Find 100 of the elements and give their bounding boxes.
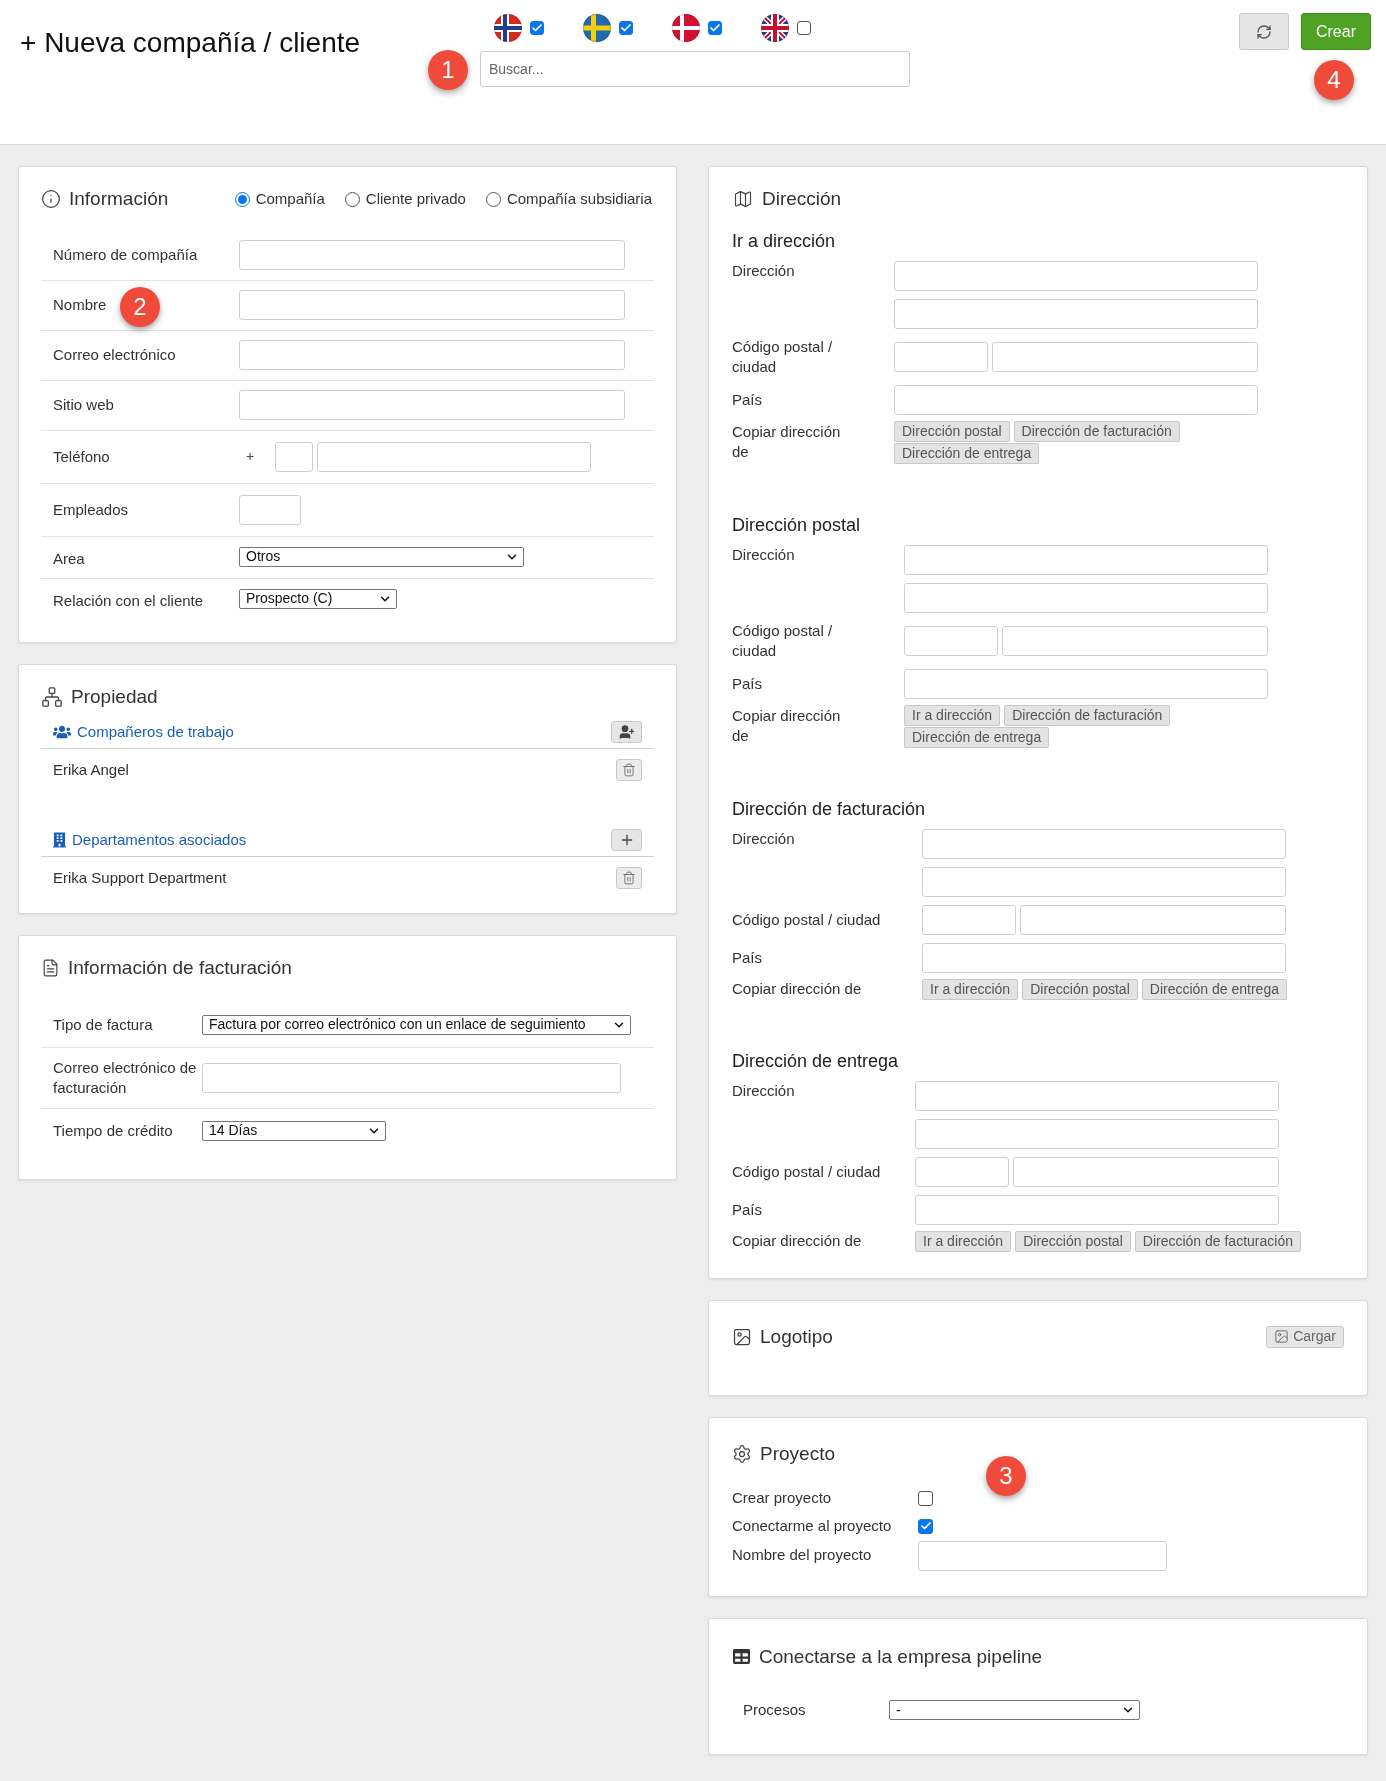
- postal-code-field[interactable]: [915, 1156, 1009, 1187]
- input-field[interactable]: [239, 390, 625, 420]
- field-label: Copiar dirección de: [732, 422, 842, 462]
- field-label: País: [732, 389, 763, 410]
- checkbox[interactable]: [918, 1518, 933, 1534]
- field-label: Código postal / ciudad: [732, 620, 834, 661]
- section-link[interactable]: Departamentos asociados: [72, 829, 247, 852]
- city-field[interactable]: [1002, 625, 1268, 656]
- image-icon: [732, 1326, 752, 1347]
- checkbox[interactable]: [530, 21, 544, 35]
- field-label: Sitio web: [53, 396, 114, 413]
- add-button[interactable]: [611, 721, 642, 744]
- refresh-icon: [1256, 23, 1272, 40]
- select-field[interactable]: Otros: [239, 546, 524, 567]
- input-field[interactable]: [239, 239, 625, 270]
- select-field[interactable]: 14 Días: [202, 1120, 386, 1141]
- input-field[interactable]: [904, 668, 1268, 699]
- flag-icon: [761, 14, 789, 42]
- panel-title: Propiedad: [71, 684, 158, 709]
- field-label: Dirección: [732, 260, 796, 281]
- search-field[interactable]: Buscar...: [480, 51, 910, 87]
- trash-icon: [622, 870, 636, 885]
- input-field[interactable]: [239, 494, 301, 525]
- country-code-field[interactable]: [275, 441, 313, 472]
- field-label: Dirección: [732, 828, 796, 849]
- input-field[interactable]: [894, 298, 1258, 329]
- checkbox[interactable]: [619, 21, 633, 35]
- page-title: + Nueva compañía / cliente: [19, 26, 362, 60]
- field-label: País: [732, 673, 763, 694]
- panel-title: Información de facturación: [68, 956, 292, 980]
- select-field[interactable]: Prospecto (C): [239, 588, 397, 609]
- flag-icon: [672, 14, 700, 42]
- input-field[interactable]: [239, 290, 625, 320]
- input-field[interactable]: [918, 1540, 1167, 1571]
- panel-title: Logotipo: [760, 1324, 833, 1349]
- field-label: Copiar dirección de: [732, 1231, 863, 1251]
- input-field[interactable]: [915, 1118, 1279, 1149]
- copy-address-button[interactable]: Dirección de entrega: [904, 726, 1050, 748]
- input-field[interactable]: [202, 1062, 621, 1093]
- postal-code-field[interactable]: [894, 341, 988, 372]
- field-label: Dirección: [732, 1080, 796, 1101]
- postal-code-field[interactable]: [922, 904, 1016, 935]
- city-field[interactable]: [992, 341, 1258, 372]
- copy-address-button[interactable]: Ir a dirección: [922, 978, 1019, 1000]
- field-label: País: [732, 947, 763, 968]
- postal-code-field[interactable]: [904, 625, 998, 656]
- section-title: Dirección de entrega: [732, 1049, 900, 1073]
- copy-address-button[interactable]: Dirección postal: [1015, 1230, 1131, 1252]
- copy-address-button[interactable]: Dirección postal: [1022, 978, 1138, 1000]
- panel-title: Conectarse a la empresa pipeline: [759, 1644, 1043, 1669]
- field-label: País: [732, 1199, 763, 1220]
- copy-address-button[interactable]: Dirección de facturación: [1004, 704, 1171, 726]
- input-field[interactable]: [904, 582, 1268, 613]
- field-label: Código postal / ciudad: [732, 909, 882, 930]
- field-label: Crear proyecto: [732, 1487, 833, 1508]
- add-button[interactable]: [611, 829, 642, 852]
- copy-address-button[interactable]: Dirección postal: [894, 420, 1010, 442]
- field-label: Area: [53, 549, 85, 567]
- settings-icon: [732, 1444, 752, 1465]
- input-field[interactable]: [915, 1080, 1279, 1111]
- copy-address-button[interactable]: Ir a dirección: [904, 704, 1001, 726]
- delete-button[interactable]: [616, 758, 642, 781]
- copy-address-button[interactable]: Dirección de facturación: [1013, 420, 1180, 442]
- checkbox[interactable]: [797, 21, 811, 35]
- input-field[interactable]: [904, 544, 1268, 575]
- select-field[interactable]: Factura por correo electrónico con un enlace de seguimiento: [202, 1014, 631, 1035]
- refresh-button[interactable]: [1239, 13, 1289, 50]
- table-icon: [732, 1648, 751, 1666]
- city-field[interactable]: [1020, 904, 1286, 935]
- add-user-icon: [618, 724, 635, 741]
- phone-field[interactable]: [317, 441, 591, 472]
- checkbox[interactable]: [708, 21, 722, 35]
- checkbox[interactable]: [918, 1490, 933, 1506]
- trash-icon: [622, 762, 636, 777]
- item-name: Erika Support Department: [53, 867, 227, 888]
- field-label: Tipo de factura: [52, 1014, 154, 1035]
- copy-address-button[interactable]: Dirección de facturación: [1134, 1230, 1301, 1252]
- section-link[interactable]: Compañeros de trabajo: [77, 721, 234, 744]
- image-icon: [1274, 1329, 1290, 1345]
- input-field[interactable]: [915, 1194, 1279, 1225]
- city-field[interactable]: [1013, 1156, 1279, 1187]
- field-label: Nombre: [53, 296, 107, 313]
- input-field[interactable]: [922, 866, 1286, 897]
- copy-address-button[interactable]: Ir a dirección: [915, 1230, 1012, 1252]
- copy-address-button[interactable]: Dirección de entrega: [1141, 978, 1287, 1000]
- copy-address-button[interactable]: Dirección de entrega: [894, 442, 1040, 464]
- flag-icon: [494, 14, 522, 42]
- radio-label: Compañía: [255, 189, 325, 209]
- create-button[interactable]: Crear: [1301, 13, 1371, 50]
- input-field[interactable]: [922, 942, 1286, 973]
- input-field[interactable]: [239, 340, 625, 370]
- field-label: Copiar dirección de: [732, 979, 863, 999]
- hierarchy-icon: [41, 685, 63, 708]
- input-field[interactable]: [894, 384, 1258, 415]
- input-field[interactable]: [922, 828, 1286, 859]
- upload-button[interactable]: Cargar: [1266, 1325, 1344, 1348]
- input-field[interactable]: [894, 260, 1258, 291]
- invoice-icon: [41, 958, 60, 979]
- delete-button[interactable]: [616, 866, 642, 889]
- select-field[interactable]: -: [889, 1700, 1140, 1721]
